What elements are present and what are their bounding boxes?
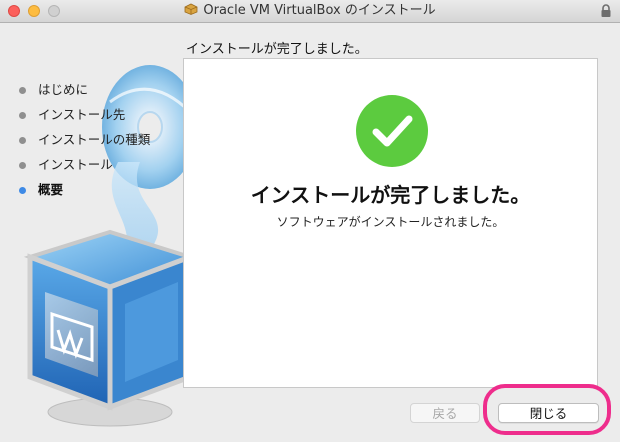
package-icon bbox=[184, 3, 198, 15]
step-bullet bbox=[19, 112, 26, 119]
step-label: インストールの種類 bbox=[38, 132, 151, 147]
step-installation-type: インストールの種類 bbox=[18, 131, 150, 156]
step-introduction: はじめに bbox=[18, 81, 150, 106]
step-bullet bbox=[19, 162, 26, 169]
completion-subtitle: ソフトウェアがインストールされました。 bbox=[276, 215, 505, 229]
step-bullet bbox=[19, 137, 26, 144]
install-steps-list: はじめに インストール先 インストールの種類 インストール 概要 bbox=[18, 81, 150, 206]
step-label: インストール bbox=[38, 157, 113, 172]
step-destination: インストール先 bbox=[18, 106, 150, 131]
install-header: インストールが完了しました。 bbox=[186, 42, 368, 57]
window-title-wrap: Oracle VM VirtualBox のインストール bbox=[0, 0, 620, 22]
close-button[interactable]: 閉じる bbox=[498, 403, 599, 423]
step-label: はじめに bbox=[38, 82, 89, 97]
step-bullet bbox=[19, 87, 26, 94]
step-label: 概要 bbox=[38, 182, 64, 197]
window-title: Oracle VM VirtualBox のインストール bbox=[203, 3, 436, 18]
sidebar: はじめに インストール先 インストールの種類 インストール 概要 bbox=[0, 22, 198, 438]
back-button[interactable]: 戻る bbox=[410, 403, 480, 423]
main-panel: インストールが完了しました。 ソフトウェアがインストールされました。 bbox=[183, 58, 598, 388]
step-bullet-active bbox=[19, 187, 26, 194]
success-checkmark-icon bbox=[356, 95, 428, 167]
step-installation: インストール bbox=[18, 156, 150, 181]
installer-window: Oracle VM VirtualBox のインストール はじめに インストール… bbox=[0, 0, 620, 438]
completion-title: インストールが完了しました。 bbox=[250, 183, 531, 207]
title-bar: Oracle VM VirtualBox のインストール bbox=[0, 0, 620, 23]
lock-icon[interactable] bbox=[600, 4, 612, 18]
step-label: インストール先 bbox=[38, 107, 126, 122]
step-summary: 概要 bbox=[18, 181, 150, 206]
